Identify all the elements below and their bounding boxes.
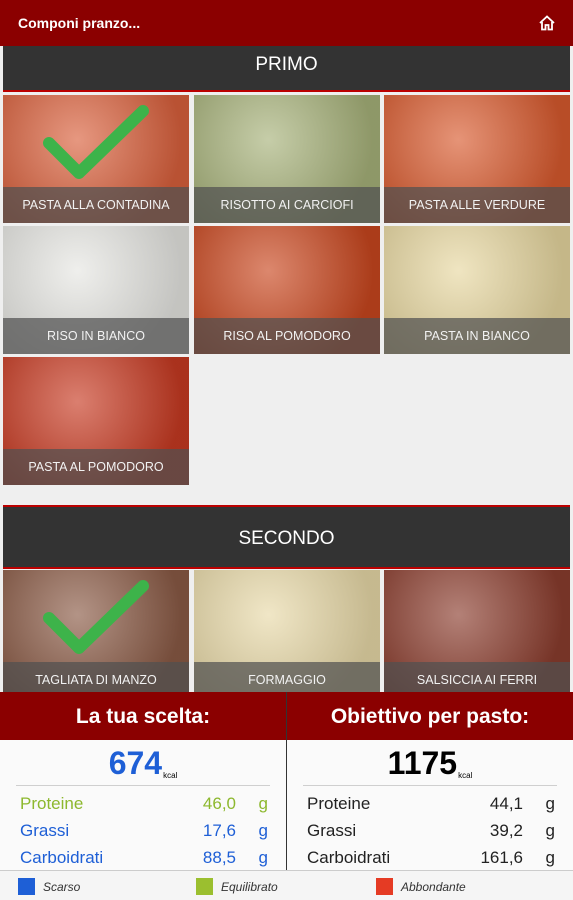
primo-tile-pasta-alle-verdure[interactable]: PASTA ALLE VERDURE — [384, 95, 570, 223]
obiettivo-kcal: 1175kcal — [303, 740, 557, 786]
tile-label: PASTA ALLE VERDURE — [384, 187, 570, 223]
legend-item-equilibrato: Equilibrato — [196, 878, 278, 895]
nutrient-unit: g — [258, 821, 268, 840]
primo-tile-riso-al-pomodoro[interactable]: RISO AL POMODORO — [194, 226, 380, 354]
home-icon[interactable] — [537, 13, 557, 33]
legend: Scarso Equilibrato Abbondante — [0, 870, 573, 900]
nutrient-label: Carboidrati — [20, 848, 104, 867]
scelta-title: La tua scelta: — [0, 692, 286, 740]
nutrient-label: Grassi — [20, 821, 70, 840]
nutrient-value: 46,0 — [202, 794, 236, 813]
nutrient-row-carboidrati: Carboidrati 161,6 g — [287, 840, 573, 867]
nutrient-label: Carboidrati — [307, 848, 391, 867]
nutrient-row-proteine: Proteine 44,1 g — [287, 786, 573, 813]
nutrient-unit: g — [545, 848, 555, 867]
secondo-tile-formaggio[interactable]: FORMAGGIO — [194, 570, 380, 698]
scelta-rows: Proteine 46,0 g Grassi 17,6 g Carboidrati 88,5 g — [0, 786, 286, 867]
app-bar: Componi pranzo... — [0, 0, 573, 46]
primo-tile-riso-in-bianco[interactable]: RISO IN BIANCO — [3, 226, 189, 354]
nutrient-value: 39,2 — [489, 821, 523, 840]
tile-label: PASTA ALLA CONTADINA — [3, 187, 189, 223]
secondo-tile-tagliata-di-manzo[interactable]: TAGLIATA DI MANZO — [3, 570, 189, 698]
obiettivo-kcal-value: 1175 — [387, 745, 458, 781]
legend-swatch — [376, 878, 393, 895]
legend-item-abbondante: Abbondante — [376, 878, 466, 895]
nutrient-row-proteine: Proteine 46,0 g — [0, 786, 286, 813]
section-header-primo: PRIMO — [3, 46, 570, 92]
legend-item-scarso: Scarso — [18, 878, 80, 895]
nutrient-value: 44,1 — [489, 794, 523, 813]
obiettivo-kcal-unit: kcal — [458, 771, 473, 780]
primo-tile-risotto-ai-carciofi[interactable]: RISOTTO AI CARCIOFI — [194, 95, 380, 223]
nutrient-unit: g — [545, 794, 555, 813]
scelta-panel: La tua scelta: 674kcal Proteine 46,0 g Gras… — [0, 692, 286, 870]
nutrient-unit: g — [258, 794, 268, 813]
scelta-kcal: 674kcal — [16, 740, 270, 786]
nutrient-row-carboidrati: Carboidrati 88,5 g — [0, 840, 286, 867]
primo-tile-pasta-alla-contadina[interactable]: PASTA ALLA CONTADINA — [3, 95, 189, 223]
primo-tile-pasta-in-bianco[interactable]: PASTA IN BIANCO — [384, 226, 570, 354]
checkmark-icon — [43, 580, 149, 654]
nutrient-row-grassi: Grassi 39,2 g — [287, 813, 573, 840]
obiettivo-panel: Obiettivo per pasto: 1175kcal Proteine 44… — [287, 692, 573, 870]
legend-label: Abbondante — [401, 879, 466, 894]
legend-label: Scarso — [43, 879, 81, 894]
legend-label: Equilibrato — [221, 879, 278, 894]
nutrient-label: Proteine — [307, 794, 371, 813]
nutrient-unit: g — [545, 821, 555, 840]
nutrient-unit: g — [258, 848, 268, 867]
section-header-secondo: SECONDO — [3, 505, 570, 569]
tile-label: RISO IN BIANCO — [3, 318, 189, 354]
nutrient-label: Proteine — [20, 794, 84, 813]
nutrient-value: 17,6 — [202, 821, 236, 840]
tile-label: RISOTTO AI CARCIOFI — [194, 187, 380, 223]
tile-label: RISO AL POMODORO — [194, 318, 380, 354]
legend-swatch — [18, 878, 35, 895]
scelta-kcal-unit: kcal — [163, 771, 178, 780]
secondo-tile-salsiccia-ai-ferri[interactable]: SALSICCIA AI FERRI — [384, 570, 570, 698]
legend-swatch — [196, 878, 213, 895]
tile-label: PASTA IN BIANCO — [384, 318, 570, 354]
nutrient-value: 161,6 — [480, 848, 523, 867]
nutrient-row-grassi: Grassi 17,6 g — [0, 813, 286, 840]
obiettivo-rows: Proteine 44,1 g Grassi 39,2 g Carboidrati 161,6… — [287, 786, 573, 867]
nutrient-label: Grassi — [307, 821, 357, 840]
primo-tile-pasta-al-pomodoro[interactable]: PASTA AL POMODORO — [3, 357, 189, 485]
obiettivo-title: Obiettivo per pasto: — [287, 692, 573, 740]
checkmark-icon — [43, 105, 149, 179]
page-title: Componi pranzo... — [18, 15, 141, 31]
tile-label: PASTA AL POMODORO — [3, 449, 189, 485]
nutrient-value: 88,5 — [202, 848, 236, 867]
scelta-kcal-value: 674 — [108, 745, 163, 781]
